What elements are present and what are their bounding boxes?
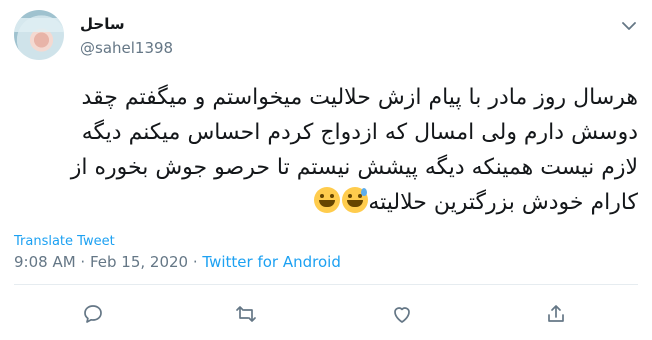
share-icon[interactable] [544, 302, 568, 326]
tweet-line: کارام خودش بزرگترین حلالیته [368, 190, 638, 215]
tweet-line: لازم نیست همینکه دیگه پیشش نیستم تا حرصو… [70, 155, 638, 180]
translate-tweet-link[interactable]: Translate Tweet [14, 234, 115, 249]
avatar[interactable] [14, 10, 64, 60]
tweet-date[interactable]: Feb 15, 2020 [90, 253, 188, 271]
divider [14, 284, 638, 285]
meta-separator: · [188, 253, 203, 271]
tweet-time[interactable]: 9:08 AM [14, 253, 76, 271]
tweet-source-link[interactable]: Twitter for Android [202, 253, 340, 271]
chevron-down-icon[interactable] [620, 20, 638, 32]
meta-separator: · [75, 253, 90, 271]
reply-icon[interactable] [81, 302, 105, 326]
user-handle[interactable]: @sahel1398 [80, 39, 173, 57]
like-icon[interactable] [390, 302, 414, 326]
tweet-line: هرسال روز مادر با پیام ازش حلالیت میخواس… [81, 85, 638, 110]
grinning-face-with-sweat-icon [342, 187, 369, 213]
display-name[interactable]: ساحل [80, 15, 125, 33]
retweet-icon[interactable] [234, 302, 258, 326]
tweet-line-last: کارام خودش بزرگترین حلالیته [14, 185, 638, 220]
tweet-line: دوسش دارم ولی امسال که ازدواج کردم احساس… [81, 120, 638, 145]
avatar-image [14, 18, 64, 32]
tweet-meta: 9:08 AM · Feb 15, 2020 · Twitter for And… [14, 253, 341, 271]
grinning-face-icon [314, 187, 341, 213]
tweet-text: هرسال روز مادر با پیام ازش حلالیت میخواس… [14, 80, 638, 220]
